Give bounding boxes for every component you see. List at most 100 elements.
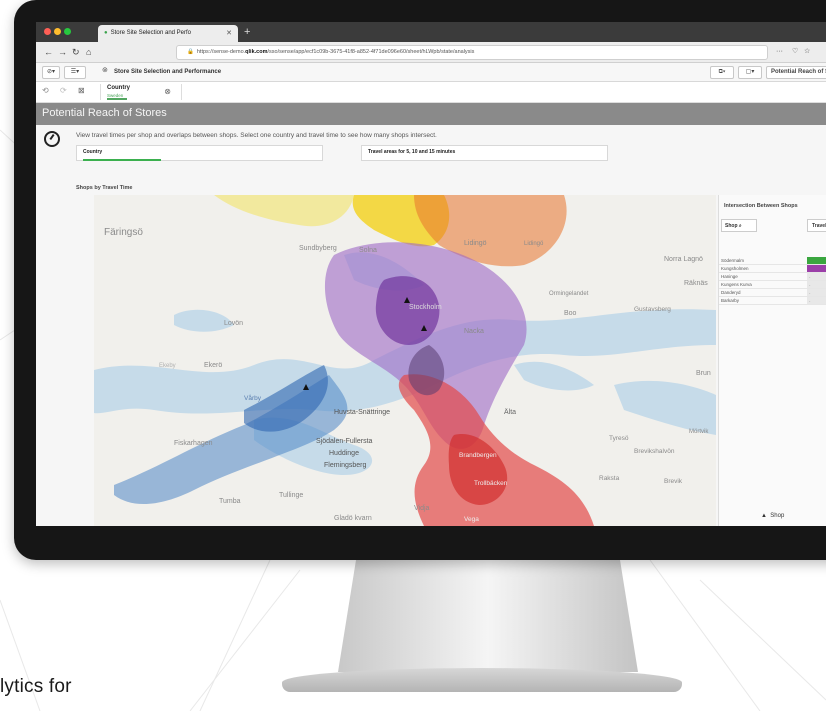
address-bar-row: ← → ↻ ⌂ 🔒 https://sense-demo.qlik.com/sso… xyxy=(36,42,826,63)
travel-time-map[interactable]: Färingsö Sundbyberg Solna Lidingö Liding… xyxy=(94,195,716,526)
map-label: Sundbyberg xyxy=(299,245,337,252)
bookmark-button[interactable]: ⧉▾ xyxy=(710,66,734,79)
map-legend: ▲ Shop xyxy=(761,513,784,519)
map-label: Ormingelandet xyxy=(549,291,589,297)
table-row[interactable]: Södermalm xyxy=(719,257,826,265)
sheet-title: Potential Reach of Stores xyxy=(42,107,167,119)
map-label: Brevik xyxy=(664,478,683,485)
travel-area-header[interactable]: Travel are xyxy=(807,219,826,232)
close-tab-icon[interactable]: ✕ xyxy=(226,25,232,42)
forward-icon[interactable]: → xyxy=(58,45,67,59)
intersection-panel: Intersection Between Shops Shop ⌕ Travel… xyxy=(718,195,826,526)
clear-selection-icon[interactable]: ⊗ xyxy=(164,87,171,96)
map-label: Ekeby xyxy=(159,363,176,369)
selection-chip-country[interactable]: Country Sweden ⊗ xyxy=(100,84,182,100)
map-label: Trollbäcken xyxy=(474,480,508,487)
map-label: Tyresö xyxy=(609,435,629,442)
marketing-tagline: lytics for xyxy=(0,676,72,697)
table-row[interactable]: Danderyd - xyxy=(719,289,826,297)
page-actions-icon[interactable]: ··· xyxy=(776,45,783,59)
new-tab-icon[interactable]: + xyxy=(244,25,250,39)
country-filter-indicator xyxy=(83,159,161,161)
map-label: Älta xyxy=(504,408,516,416)
tab-title: Store Site Selection and Perfo xyxy=(110,30,192,36)
row-value-cell xyxy=(807,257,826,264)
table-row[interactable]: Kungens Kurva - xyxy=(719,281,826,289)
map-label: Lidingö xyxy=(464,240,487,247)
reload-icon[interactable]: ↻ xyxy=(72,45,80,59)
map-label: Färingsö xyxy=(104,227,143,238)
app-title: Store Site Selection and Performance xyxy=(114,69,222,75)
map-label: Brun xyxy=(696,370,711,377)
url-domain: qlik.com xyxy=(245,49,268,55)
map-label: Boo xyxy=(564,310,577,317)
sheet-content: View travel times per shop and overlaps … xyxy=(36,125,826,526)
selections-back-icon[interactable]: ⟲ xyxy=(42,86,49,95)
row-shop-name: Barkarby xyxy=(721,298,740,303)
row-shop-name: Danderyd xyxy=(721,290,741,295)
monitor-stand xyxy=(338,560,638,672)
map-label: Gustavsberg xyxy=(634,306,671,313)
row-value-cell: - xyxy=(807,281,826,288)
map-label: Mörtvik xyxy=(689,429,709,435)
travel-time-filter[interactable]: Travel areas for 5, 10 and 15 minutes xyxy=(361,145,608,161)
browser-tab[interactable]: ● Store Site Selection and Perfo ✕ xyxy=(98,25,238,42)
row-shop-name: Haninge xyxy=(721,274,738,279)
map-label: Fiskarhagen xyxy=(174,440,213,447)
shop-button-label: Shop xyxy=(725,223,738,229)
map-label: Ekerö xyxy=(204,362,222,369)
row-value-cell: - xyxy=(807,289,826,296)
navigation-menu-button[interactable]: ☰▾ xyxy=(64,66,86,79)
map-label: Vårby xyxy=(244,394,262,402)
map-label: Tumba xyxy=(219,498,241,505)
app-icon: ⊚ xyxy=(102,67,108,74)
map-label: Huddinge xyxy=(329,450,359,457)
screen: ● Store Site Selection and Perfo ✕ + ← → … xyxy=(36,22,826,526)
map-label: Tullinge xyxy=(279,492,303,499)
browser-tab-bar: ● Store Site Selection and Perfo ✕ + xyxy=(36,22,826,42)
current-sheet-button[interactable]: Potential Reach of Store xyxy=(766,66,826,79)
map-label: Brandbergen xyxy=(459,452,497,459)
map-label: Solna xyxy=(359,247,377,254)
qlik-favicon-icon: ● xyxy=(104,30,108,36)
clear-selections-icon[interactable]: ⊠ xyxy=(78,86,85,95)
row-value-cell: - xyxy=(807,273,826,280)
maximize-window-icon[interactable] xyxy=(64,28,71,35)
row-value-cell: - xyxy=(807,297,826,304)
monitor-base xyxy=(282,668,682,692)
row-shop-name: Södermalm xyxy=(721,258,745,263)
table-row[interactable]: Barkarby - xyxy=(719,297,826,305)
map-label: Nacka xyxy=(464,328,484,335)
shop-search-button[interactable]: Shop ⌕ xyxy=(721,219,757,232)
table-row[interactable]: Kungsholmen xyxy=(719,265,826,273)
country-filter[interactable]: Country xyxy=(76,145,323,161)
map-label: Gladö kvarn xyxy=(334,515,372,522)
url-field[interactable]: 🔒 https://sense-demo.qlik.com/sso/sense/a… xyxy=(176,45,768,60)
legend-label: Shop xyxy=(770,513,785,519)
minimize-window-icon[interactable] xyxy=(54,28,61,35)
row-value-cell xyxy=(807,265,826,272)
intersection-table: Södermalm Kungsholmen Haninge - Kungens K… xyxy=(719,257,826,305)
bookmark-star-icon[interactable]: ☆ xyxy=(804,45,810,59)
sheet-header: Potential Reach of Stores xyxy=(36,103,826,125)
close-window-icon[interactable] xyxy=(44,28,51,35)
url-path: /sso/sense/app/ecf1c09b-3675-41f8-a852-4… xyxy=(267,49,475,55)
selections-forward-icon[interactable]: ⟳ xyxy=(60,86,67,95)
map-label: Rakstа xyxy=(599,475,620,482)
country-filter-label: Country xyxy=(83,149,103,155)
table-row[interactable]: Haninge - xyxy=(719,273,826,281)
back-icon[interactable]: ← xyxy=(44,45,53,59)
selection-indicator xyxy=(107,98,127,100)
qlik-toolbar: ⊘▾ ☰▾ ⊚ Store Site Selection and Perform… xyxy=(36,63,826,82)
home-icon[interactable]: ⌂ xyxy=(86,45,91,59)
global-menu-button[interactable]: ⊘▾ xyxy=(42,66,60,79)
map-label: Brevikshalvön xyxy=(634,448,675,455)
map-label: Huvsta-Snättringe xyxy=(334,409,390,416)
map-label: Lidingö xyxy=(524,241,544,247)
sheet-menu-button[interactable]: ▢▾ xyxy=(738,66,762,79)
monitor-bezel: ● Store Site Selection and Perfo ✕ + ← → … xyxy=(14,0,826,560)
url-prefix: https://sense-demo. xyxy=(196,49,246,55)
pocket-icon[interactable]: ♡ xyxy=(792,45,798,59)
map-label: Stockholm xyxy=(409,304,442,311)
shop-triangle-icon: ▲ xyxy=(761,513,767,519)
